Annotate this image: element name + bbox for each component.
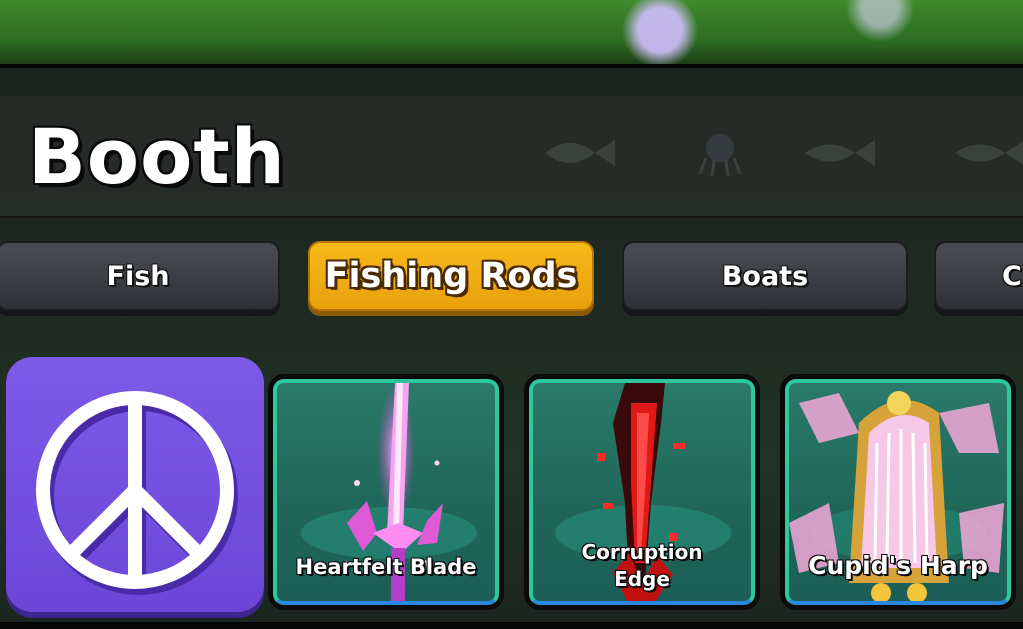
tab-fish[interactable]: Fish: [0, 241, 280, 311]
item-card-corruption-edge[interactable]: Corruption Edge: [524, 374, 760, 610]
fish-silhouette-icon: [698, 134, 742, 177]
page-title: Booth: [28, 112, 286, 201]
item-card-heartfelt-blade[interactable]: Heartfelt Blade: [268, 374, 504, 610]
fish-silhouette-icon: [955, 141, 1023, 165]
tab-label: Fish: [106, 260, 170, 292]
tab-label: Boats: [721, 260, 809, 292]
next-row-edge: [0, 622, 1023, 629]
fish-silhouette-icon: [805, 140, 875, 166]
tab-partial[interactable]: C: [934, 241, 1023, 311]
peace-button[interactable]: [6, 357, 264, 612]
item-name: Cupid's Harp: [808, 551, 988, 580]
tab-label: C: [1002, 260, 1022, 292]
tab-fishing-rods[interactable]: Fishing Rods: [308, 241, 594, 311]
item-name: Heartfelt Blade: [295, 555, 477, 579]
game-world-background: [0, 0, 1023, 66]
item-name-line2: Edge: [614, 567, 670, 591]
fish-silhouette-icon: [545, 140, 615, 166]
item-card-cupids-harp[interactable]: Cupid's Harp: [780, 374, 1016, 610]
item-name-line1: Corruption: [581, 540, 703, 564]
peace-sign-icon: [36, 391, 238, 595]
tab-label: Fishing Rods: [324, 256, 578, 296]
tab-boats[interactable]: Boats: [622, 241, 908, 311]
